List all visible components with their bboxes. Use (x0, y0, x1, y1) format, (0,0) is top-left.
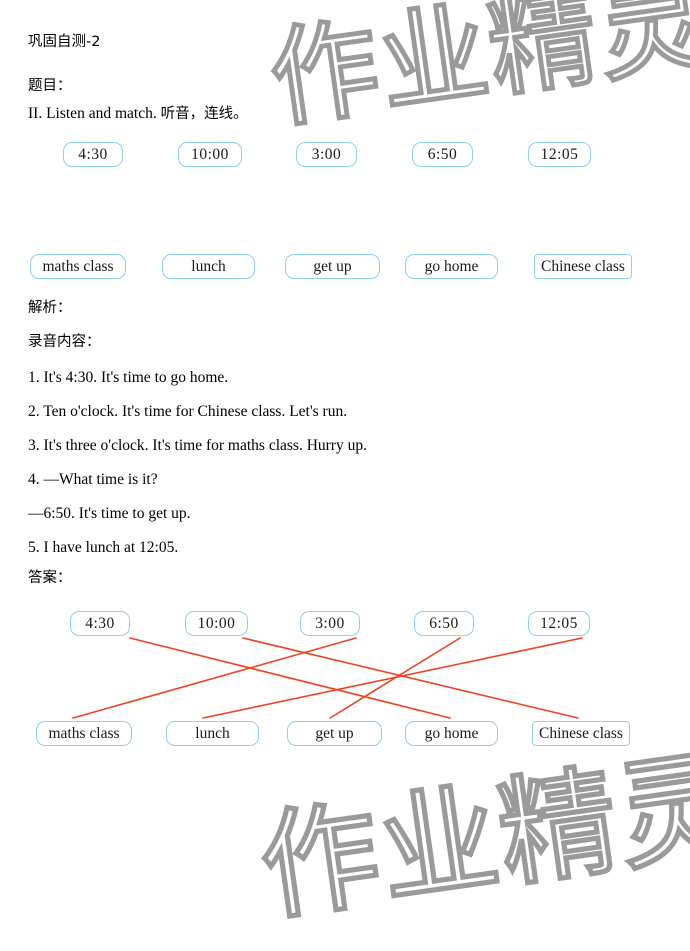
answer-label: 答案： (28, 570, 72, 586)
answer-time-box-3: 6:50 (414, 611, 474, 636)
instruction-line: II. Listen and match. 听音，连线。 (28, 104, 248, 124)
answer-activity-box-4: Chinese class (532, 721, 630, 746)
answer-link-1000-to-Chinese-class (242, 637, 579, 719)
script-sentence-5: 5. I have lunch at 12:05. (28, 539, 179, 556)
question-activity-box-4[interactable]: Chinese class (534, 254, 632, 279)
instruction-english: II. Listen and match. (28, 105, 161, 122)
question-time-box-1[interactable]: 10:00 (178, 142, 242, 167)
script-label: 录音内容： (28, 334, 101, 350)
answer-activity-box-3: go home (405, 721, 498, 746)
script-sentence-2: 3. It's three o'clock. It's time for mat… (28, 437, 367, 454)
page-title: 巩固自测-2 (28, 34, 101, 50)
script-sentence-0: 1. It's 4:30. It's time to go home. (28, 369, 229, 386)
question-activity-box-0[interactable]: maths class (30, 254, 126, 279)
answer-link-1205-to-lunch (202, 637, 583, 719)
question-activity-box-1[interactable]: lunch (162, 254, 255, 279)
watermark-top: 作业精灵 (262, 0, 690, 145)
answer-time-box-4: 12:05 (528, 611, 590, 636)
answer-activity-box-2: get up (287, 721, 382, 746)
script-sentence-1: 2. Ten o'clock. It's time for Chinese cl… (28, 403, 348, 420)
answer-time-box-1: 10:00 (185, 611, 248, 636)
answer-link-430-to-go-home (129, 637, 451, 719)
question-time-box-0[interactable]: 4:30 (63, 142, 123, 167)
instruction-chinese: 听音，连线。 (160, 106, 248, 122)
answer-activity-box-1: lunch (166, 721, 259, 746)
answer-time-box-0: 4:30 (70, 611, 130, 636)
question-time-box-3[interactable]: 6:50 (412, 142, 473, 167)
answer-time-box-2: 3:00 (300, 611, 360, 636)
question-activity-box-3[interactable]: go home (405, 254, 498, 279)
analysis-label: 解析： (28, 300, 72, 316)
question-time-box-4[interactable]: 12:05 (528, 142, 591, 167)
question-time-box-2[interactable]: 3:00 (296, 142, 357, 167)
question-label: 题目： (28, 78, 72, 94)
answer-link-300-to-maths-class (72, 637, 357, 719)
script-sentence-3: 4. —What time is it? (28, 471, 158, 488)
answer-link-650-to-get-up (329, 637, 461, 719)
script-sentence-4: —6:50. It's time to get up. (28, 505, 191, 522)
answer-activity-box-0: maths class (36, 721, 132, 746)
question-activity-box-2[interactable]: get up (285, 254, 380, 279)
